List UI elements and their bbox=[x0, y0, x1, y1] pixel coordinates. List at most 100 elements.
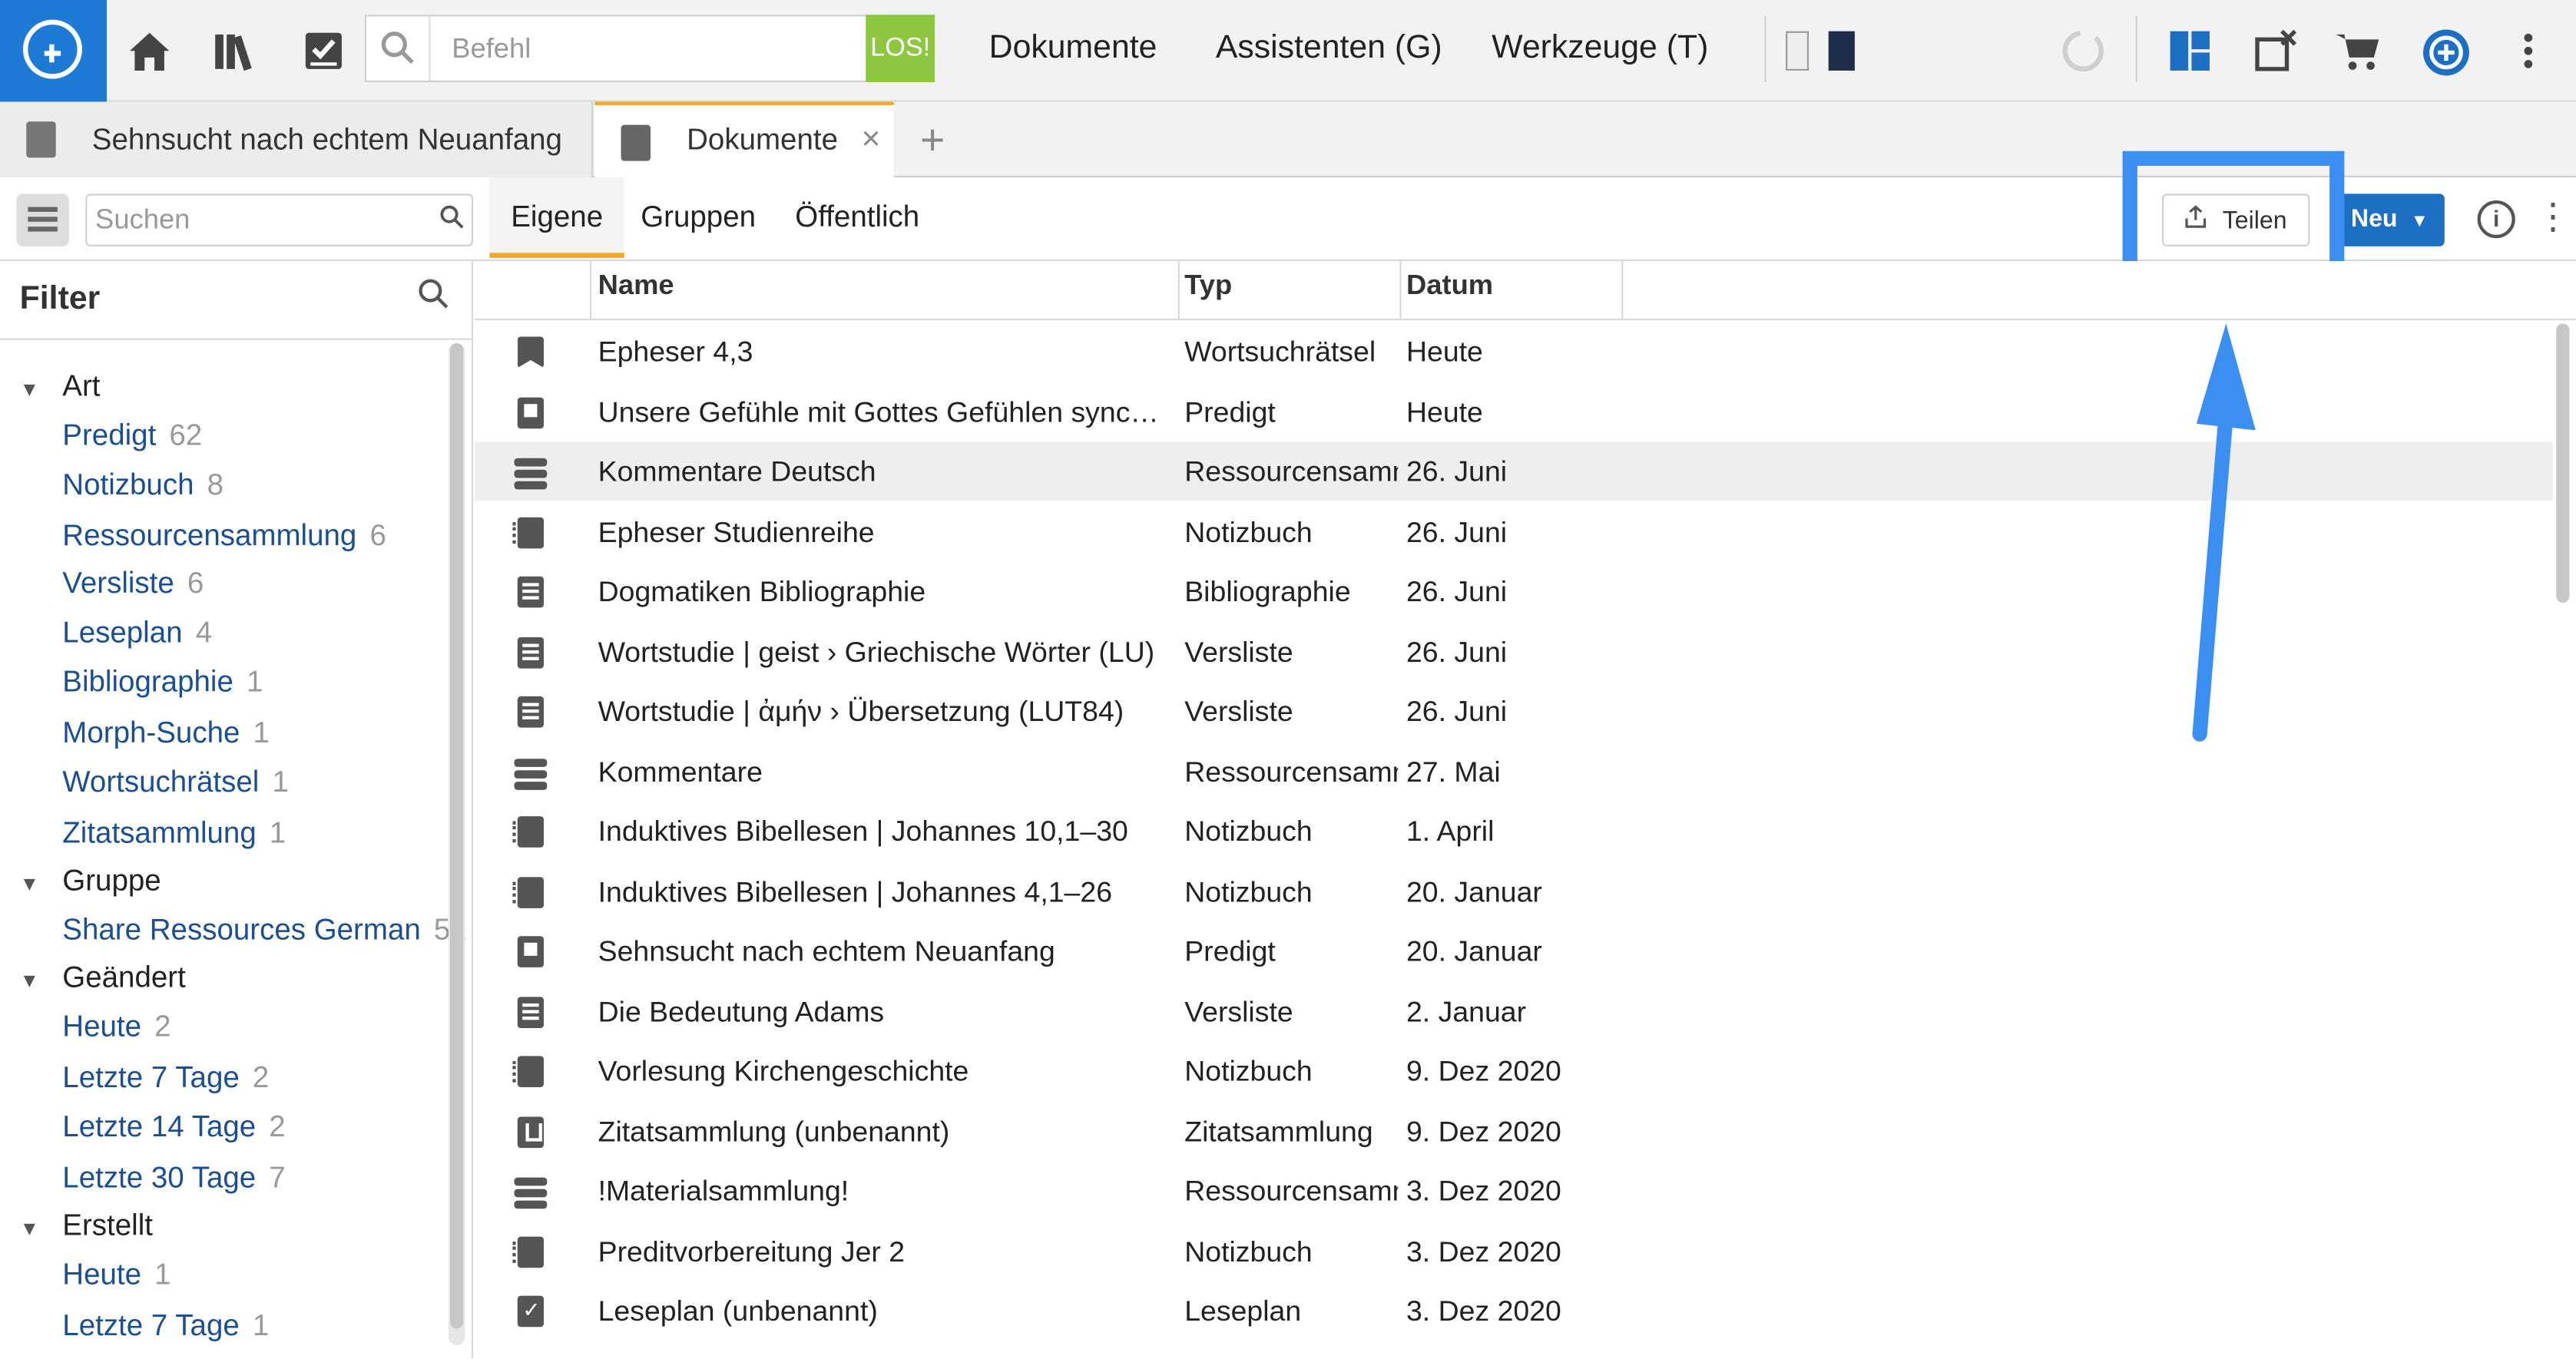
app-logo-icon[interactable] bbox=[0, 0, 108, 102]
layouts-icon[interactable] bbox=[2165, 26, 2214, 75]
filter-item[interactable]: Share Ressources German51 bbox=[62, 913, 466, 947]
account-icon[interactable] bbox=[2420, 26, 2469, 76]
filter-item[interactable]: Leseplan 4 bbox=[62, 616, 212, 650]
filter-sidebar: Filter ▼ Art Predigt 62 Notizbuch 8 Ressour… bbox=[0, 261, 474, 1358]
toolbar-more-icon[interactable]: ⋮ bbox=[2535, 197, 2571, 236]
cell-typ: Ressourcensamn bbox=[1184, 1174, 1399, 1208]
filter-header: Filter bbox=[0, 261, 474, 340]
layout-thumb-icon[interactable] bbox=[1828, 31, 1855, 71]
plan-icon bbox=[517, 1295, 545, 1328]
filter-item[interactable]: Letzte 30 Tage 7 bbox=[62, 1161, 285, 1195]
info-icon[interactable]: i bbox=[2477, 200, 2515, 239]
cell-typ: Versliste bbox=[1184, 694, 1293, 728]
menu-werkzeuge[interactable]: Werkzeuge (T) bbox=[1492, 30, 1708, 68]
new-button[interactable]: Neu ▼ bbox=[2333, 193, 2445, 246]
search-icon[interactable] bbox=[439, 203, 465, 238]
cell-typ: Zitatsammlung bbox=[1184, 1114, 1373, 1148]
stack-icon bbox=[514, 458, 548, 467]
command-box bbox=[364, 15, 935, 82]
panel-thumb-icon[interactable] bbox=[1786, 31, 1809, 71]
search-input[interactable] bbox=[95, 200, 424, 240]
app-window: LOS! Dokumente Assistenten (G) Werkzeuge… bbox=[0, 0, 2576, 1358]
tab-sehnsucht[interactable]: Sehnsucht nach echtem Neuanfang bbox=[0, 101, 594, 178]
filter-item[interactable]: Letzte 7 Tage 2 bbox=[62, 1061, 269, 1096]
cell-typ: Predigt bbox=[1184, 934, 1276, 967]
filter-item[interactable]: Heute 2 bbox=[62, 1010, 171, 1044]
filter-item[interactable]: Predigt 62 bbox=[62, 418, 202, 453]
note-icon bbox=[512, 1235, 545, 1268]
cell-typ: Notizbuch bbox=[1184, 1054, 1313, 1088]
filter-item[interactable]: Versliste 6 bbox=[62, 567, 204, 601]
sync-icon[interactable] bbox=[2058, 26, 2107, 75]
tab-eigene[interactable]: Eigene bbox=[489, 177, 624, 258]
close-panels-icon[interactable] bbox=[2250, 26, 2300, 75]
bookmark-icon bbox=[517, 336, 545, 369]
list-icon bbox=[517, 696, 545, 728]
column-name[interactable]: Name bbox=[598, 261, 674, 320]
tab-oeffentlich[interactable]: Öffentlich bbox=[795, 177, 919, 258]
column-datum[interactable]: Datum bbox=[1406, 261, 1493, 320]
sidebar-toggle-icon[interactable] bbox=[16, 193, 69, 246]
filter-group-erstellt[interactable]: ▼ Erstellt bbox=[20, 1209, 153, 1243]
table-row[interactable]: Sehnsucht nach echtem Neuanfang Predigt 20… bbox=[475, 921, 2553, 980]
cell-datum: Heute bbox=[1406, 335, 1483, 369]
tab-gruppen[interactable]: Gruppen bbox=[641, 177, 756, 258]
table-row[interactable]: !Materialsammlung! Ressourcensamn 3. Dez 2… bbox=[475, 1161, 2553, 1220]
cell-datum: 20. Januar bbox=[1406, 934, 1542, 967]
tasks-icon[interactable] bbox=[299, 26, 348, 75]
filter-item[interactable]: Wortsuchrätsel 1 bbox=[62, 765, 289, 800]
filter-group-art[interactable]: ▼ Art bbox=[20, 369, 101, 404]
cell-typ: Ressourcensamn bbox=[1184, 754, 1399, 788]
go-button[interactable]: LOS! bbox=[866, 15, 935, 82]
stack-icon bbox=[514, 1177, 548, 1186]
menu-assistenten[interactable]: Assistenten (G) bbox=[1216, 30, 1442, 68]
table-header: Name Typ Datum bbox=[475, 261, 2576, 321]
filter-group-geaendert[interactable]: ▼ Geändert bbox=[20, 961, 186, 995]
cell-typ: Wortsuchrätsel bbox=[1184, 335, 1376, 369]
cell-datum: 20. Januar bbox=[1406, 875, 1542, 908]
filter-search-icon[interactable] bbox=[417, 277, 450, 320]
cart-icon[interactable] bbox=[2333, 26, 2382, 75]
table-scrollbar[interactable] bbox=[2553, 323, 2573, 1358]
add-tab-button[interactable]: + bbox=[920, 102, 945, 177]
cell-name: Unsere Gefühle mit Gottes Gefühlen synch… bbox=[598, 395, 1167, 428]
filter-item[interactable]: Letzte 14 Tage 2 bbox=[62, 1110, 285, 1145]
filter-group-gruppe[interactable]: ▼ Gruppe bbox=[20, 864, 161, 898]
filter-item[interactable]: Letzte 7 Tage 1 bbox=[62, 1309, 269, 1344]
filter-item[interactable]: Zitatsammlung 1 bbox=[62, 816, 286, 851]
close-tab-icon[interactable]: × bbox=[862, 102, 881, 177]
table-row[interactable]: Induktives Bibellesen | Johannes 4,1–26 N… bbox=[475, 861, 2553, 921]
cell-name: Wortstudie | ἀμήν › Übersetzung (LUT84) bbox=[598, 694, 1124, 728]
table-row[interactable]: Induktives Bibellesen | Johannes 10,1–30… bbox=[475, 802, 2553, 861]
cell-name: !Materialsammlung! bbox=[598, 1174, 849, 1208]
library-icon[interactable] bbox=[210, 26, 260, 75]
table-row[interactable]: Kommentare Ressourcensamn 27. Mai bbox=[475, 742, 2553, 801]
sermon-icon bbox=[26, 121, 56, 158]
table-row[interactable]: Vorlesung Kirchengeschichte Notizbuch 9. D… bbox=[475, 1041, 2553, 1100]
menu-dokumente[interactable]: Dokumente bbox=[989, 30, 1157, 68]
filter-item[interactable]: Notizbuch 8 bbox=[62, 468, 223, 503]
note-icon bbox=[512, 816, 545, 848]
cell-name: Induktives Bibellesen | Johannes 10,1–30 bbox=[598, 814, 1128, 848]
home-icon[interactable] bbox=[125, 26, 174, 75]
filter-item[interactable]: Ressourcensammlung 6 bbox=[62, 519, 386, 554]
cell-typ: Predigt bbox=[1184, 395, 1276, 428]
table-row[interactable]: Leseplan (unbenannt) Leseplan 3. Dez 2020 bbox=[475, 1281, 2553, 1340]
more-menu-icon[interactable] bbox=[2508, 26, 2548, 75]
command-input[interactable] bbox=[452, 25, 863, 74]
filter-item[interactable]: Morph-Suche 1 bbox=[62, 716, 270, 751]
column-typ[interactable]: Typ bbox=[1184, 261, 1232, 320]
tab-dokumente[interactable]: Dokumente × bbox=[594, 101, 894, 178]
cell-typ: Notizbuch bbox=[1184, 514, 1313, 548]
note-icon bbox=[512, 1056, 545, 1088]
collapse-icon: ▼ bbox=[19, 871, 40, 895]
filter-item[interactable]: Bibliographie 1 bbox=[62, 665, 263, 699]
cell-name: Kommentare Deutsch bbox=[598, 455, 876, 488]
table-row[interactable]: Preditvorbereitung Jer 2 Notizbuch 3. Dez … bbox=[475, 1221, 2553, 1280]
table-row[interactable]: Zitatsammlung (unbenannt) Zitatsammlung 9.… bbox=[475, 1101, 2553, 1160]
sidebar-scrollbar[interactable] bbox=[448, 343, 465, 1345]
table-row[interactable]: Die Bedeutung Adams Versliste 2. Januar bbox=[475, 981, 2553, 1040]
cell-datum: 26. Juni bbox=[1406, 514, 1508, 548]
filter-item[interactable]: Heute 1 bbox=[62, 1258, 171, 1292]
cell-name: Leseplan (unbenannt) bbox=[598, 1294, 878, 1328]
